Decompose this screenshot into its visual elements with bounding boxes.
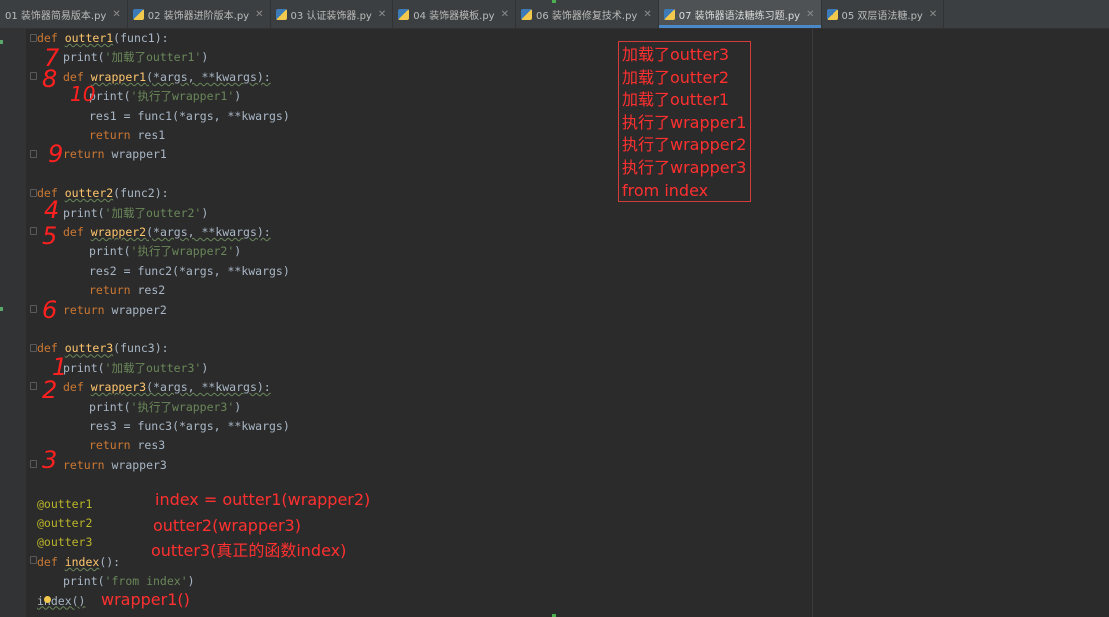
handwritten-number: 9 <box>48 140 64 168</box>
code-line-6: return res1 <box>89 128 166 142</box>
close-icon[interactable]: ✕ <box>378 9 386 20</box>
tab-06[interactable]: 06 装饰器修复技术.py ✕ <box>516 0 659 28</box>
code-line-22: return res3 <box>89 438 166 453</box>
code-line-27: @outter3 <box>37 535 93 550</box>
fold-icon[interactable] <box>30 556 37 564</box>
output-line: 执行了wrapper3 <box>622 157 747 177</box>
editor-gutter <box>0 29 26 617</box>
code-line-10: print('加载了outter2') <box>63 205 209 220</box>
python-file-icon <box>663 8 675 20</box>
fold-icon[interactable] <box>30 72 37 80</box>
code-line-5: res1 = func1(*args, **kwargs) <box>89 108 290 123</box>
fold-icon[interactable] <box>30 305 37 313</box>
fold-icon[interactable] <box>30 460 37 468</box>
close-icon[interactable]: ✕ <box>255 9 263 20</box>
python-file-icon <box>398 8 410 20</box>
handwritten-number: 4 <box>44 196 60 224</box>
python-file-icon <box>826 8 838 20</box>
output-line: 加载了outter2 <box>622 67 730 87</box>
editor-tab-bar: 01 装饰器简易版本.py ✕ 02 装饰器进阶版本.py ✕ 03 认证装饰器… <box>0 0 1109 29</box>
output-line: 执行了wrapper2 <box>622 135 747 155</box>
tab-05[interactable]: 05 双层语法糖.py ✕ <box>822 0 945 28</box>
tab-label: 01 装饰器简易版本.py <box>5 10 107 22</box>
code-line-29: print('from index') <box>63 574 195 589</box>
code-line-18: print('加载了outter3') <box>63 360 209 375</box>
handwritten-number: 5 <box>42 222 58 250</box>
tab-label: 02 装饰器进阶版本.py <box>147 10 250 22</box>
tab-04[interactable]: 04 装饰器模板.py ✕ <box>393 0 516 28</box>
change-marker <box>0 307 3 311</box>
output-annotation-box: 加载了outter3 加载了outter2 加载了outter1 执行了wrap… <box>618 41 751 202</box>
fold-icon[interactable] <box>30 189 37 197</box>
handwritten-number: 8 <box>42 65 58 93</box>
code-line-14: return res2 <box>89 283 166 298</box>
tab-01[interactable]: 01 装饰器简易版本.py ✕ <box>0 0 128 28</box>
close-icon[interactable]: ✕ <box>501 9 509 20</box>
output-line: 加载了outter3 <box>622 45 730 64</box>
change-marker <box>0 40 3 44</box>
code-line-20: print('执行了wrapper3') <box>89 399 242 414</box>
output-line: 加载了outter1 <box>622 90 730 110</box>
code-line-19: def wrapper3(*args, **kwargs): <box>63 380 271 395</box>
tab-03[interactable]: 03 认证装饰器.py ✕ <box>271 0 394 28</box>
tab-label: 03 认证装饰器.py <box>290 10 372 22</box>
code-line-4: print('执行了wrapper1') <box>89 89 242 104</box>
close-icon[interactable]: ✕ <box>112 9 120 20</box>
scroll-marker <box>552 0 556 3</box>
python-file-icon <box>132 8 144 20</box>
code-line-7: return wrapper1 <box>63 147 167 162</box>
python-file-icon <box>275 8 287 20</box>
code-line-23: return wrapper3 <box>63 457 167 472</box>
fold-icon[interactable] <box>30 227 37 235</box>
annotation-index-assignment: index = outter1(wrapper2) <box>155 490 371 509</box>
tab-label: 04 装饰器模板.py <box>413 10 495 22</box>
tab-label: 07 装饰器语法糖练习题.py <box>678 10 801 22</box>
intention-bulb-icon[interactable] <box>44 596 51 603</box>
tab-label: 06 装饰器修复技术.py <box>536 10 638 22</box>
fold-icon[interactable] <box>30 34 37 42</box>
fold-icon[interactable] <box>30 344 37 352</box>
handwritten-number: 3 <box>42 446 58 474</box>
python-file-icon <box>521 8 532 20</box>
annotation-outter2-call: outter2(wrapper3) <box>153 516 301 535</box>
handwritten-number: 6 <box>42 296 58 324</box>
right-margin-guide <box>812 29 813 617</box>
close-icon[interactable]: ✕ <box>929 9 937 20</box>
fold-icon[interactable] <box>30 382 37 390</box>
code-line-12: print('执行了wrapper2') <box>89 244 242 259</box>
fold-icon[interactable] <box>30 150 37 158</box>
code-line-28: def index(): <box>37 554 121 569</box>
code-line-11: def wrapper2(*args, **kwargs): <box>63 225 271 239</box>
code-line-13: res2 = func2(*args, **kwargs) <box>89 263 290 278</box>
code-line-2: print('加载了outter1') <box>63 50 209 65</box>
annotation-wrapper1-call: wrapper1() <box>101 590 190 609</box>
code-line-26: @outter2 <box>37 516 93 530</box>
annotation-outter3-call: outter3(真正的函数index) <box>151 541 347 560</box>
close-icon[interactable]: ✕ <box>643 9 651 20</box>
tab-07-active[interactable]: 07 装饰器语法糖练习题.py ✕ <box>658 0 822 28</box>
tab-02[interactable]: 02 装饰器进阶版本.py ✕ <box>128 0 271 28</box>
output-line: 执行了wrapper1 <box>622 112 747 132</box>
code-line-25: @outter1 <box>37 496 93 511</box>
close-icon[interactable]: ✕ <box>806 9 814 20</box>
output-line: from index <box>622 180 709 200</box>
handwritten-number: 2 <box>42 376 58 404</box>
code-line-15: return wrapper2 <box>63 302 167 317</box>
handwritten-number: 10 <box>70 82 96 106</box>
tab-label: 05 双层语法糖.py <box>841 10 923 22</box>
code-line-21: res3 = func3(*args, **kwargs) <box>89 419 290 433</box>
